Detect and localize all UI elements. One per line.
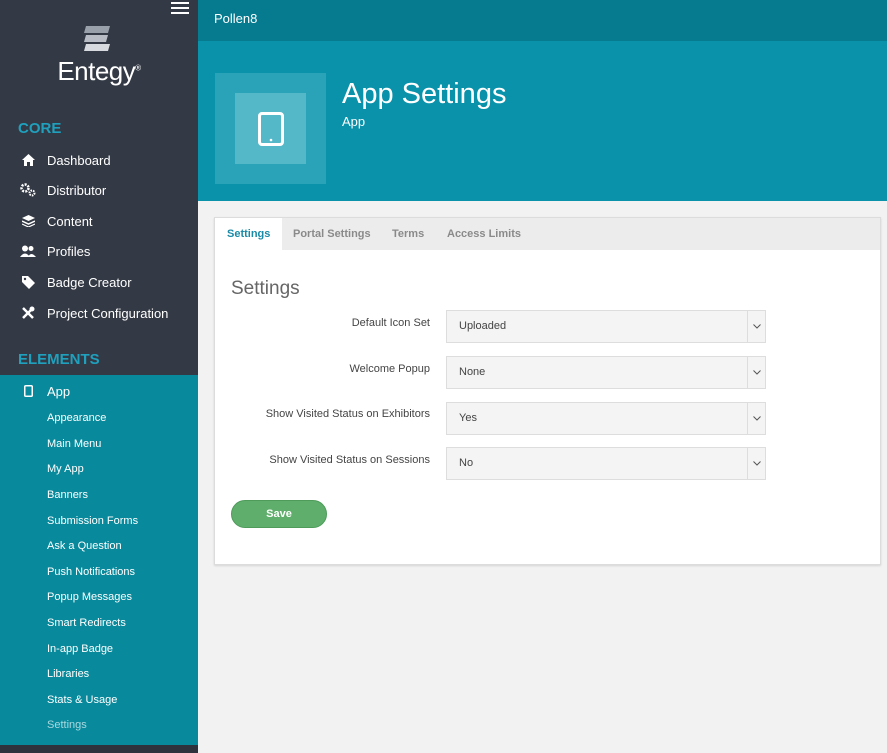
brand-name: Entegy <box>57 56 136 86</box>
sidebar-subitem-push-notifications[interactable]: Push Notifications <box>47 566 135 578</box>
users-icon <box>18 245 38 257</box>
menu-toggle-icon[interactable] <box>171 2 189 16</box>
visited-sessions-select[interactable]: No <box>446 447 766 480</box>
sidebar-item-badge-creator[interactable]: Badge Creator <box>0 267 198 297</box>
sidebar-item-content[interactable]: Content <box>0 206 198 236</box>
sidebar-subitem-appearance[interactable]: Appearance <box>47 412 106 424</box>
registered-mark: ® <box>135 63 141 73</box>
sidebar-subitem-stats-usage[interactable]: Stats & Usage <box>47 694 117 706</box>
project-title: Pollen8 <box>214 11 258 26</box>
select-value: None <box>459 366 486 378</box>
tab-settings[interactable]: Settings <box>215 218 283 250</box>
sidebar-subitem-my-app[interactable]: My App <box>47 463 84 475</box>
sidebar-subitem-ask-a-question[interactable]: Ask a Question <box>47 540 122 552</box>
sidebar-item-label: Badge Creator <box>47 274 132 290</box>
gears-icon <box>18 183 38 197</box>
field-label-default-icon-set: Default Icon Set <box>351 317 430 329</box>
sidebar-footer <box>0 745 198 753</box>
tools-icon <box>18 306 38 320</box>
sidebar-item-label: Distributor <box>47 182 107 198</box>
tab-access-limits[interactable]: Access Limits <box>435 218 533 250</box>
sidebar-subitem-in-app-badge[interactable]: In-app Badge <box>47 643 113 655</box>
entegy-logo-icon <box>84 26 110 51</box>
sidebar-item-label: Profiles <box>47 243 91 259</box>
page-subtitle: App <box>342 114 366 129</box>
header-icon-box <box>215 73 326 184</box>
select-value: Yes <box>459 412 477 424</box>
sidebar-subitem-popup-messages[interactable]: Popup Messages <box>47 591 132 603</box>
top-bar: Pollen8 <box>198 0 887 41</box>
select-value: Uploaded <box>459 320 507 332</box>
tab-terms[interactable]: Terms <box>380 218 436 250</box>
sidebar-subitem-libraries[interactable]: Libraries <box>47 668 89 680</box>
sidebar-item-profiles[interactable]: Profiles <box>0 236 198 266</box>
tablet-icon <box>18 385 38 397</box>
form-heading: Settings <box>231 278 300 299</box>
default-icon-set-select[interactable]: Uploaded <box>446 310 766 343</box>
select-value: No <box>459 457 474 469</box>
sidebar-item-project-configuration[interactable]: Project Configuration <box>0 298 198 328</box>
chevron-down-icon <box>747 311 765 342</box>
visited-exhibitors-select[interactable]: Yes <box>446 402 766 435</box>
tab-bar: Settings Portal Settings Terms Access Li… <box>215 218 880 250</box>
sidebar-item-distributor[interactable]: Distributor <box>0 175 198 205</box>
sidebar-subitem-submission-forms[interactable]: Submission Forms <box>47 515 138 527</box>
field-label-visited-exhibitors: Show Visited Status on Exhibitors <box>265 408 430 420</box>
tab-portal-settings[interactable]: Portal Settings <box>281 218 383 250</box>
field-label-welcome-popup: Welcome Popup <box>349 363 430 375</box>
sidebar-item-label: Project Configuration <box>47 305 169 321</box>
field-label-visited-sessions: Show Visited Status on Sessions <box>269 454 430 466</box>
sidebar: Entegy® CORE Dashboard Distributor Conte… <box>0 0 198 753</box>
chevron-down-icon <box>747 448 765 479</box>
sidebar-item-label: App <box>47 383 71 399</box>
tablet-icon <box>257 111 284 146</box>
sidebar-item-app[interactable]: App <box>0 376 198 406</box>
sidebar-subitem-banners[interactable]: Banners <box>47 489 88 501</box>
settings-panel: Settings Portal Settings Terms Access Li… <box>214 217 881 565</box>
page-header: App Settings App <box>198 41 887 201</box>
welcome-popup-select[interactable]: None <box>446 356 766 389</box>
sidebar-subitem-settings[interactable]: Settings <box>47 719 87 731</box>
chevron-down-icon <box>747 357 765 388</box>
save-button[interactable]: Save <box>231 500 327 528</box>
header-icon-inner <box>235 93 306 164</box>
brand-logo: Entegy® <box>0 56 198 87</box>
page-title: App Settings <box>342 78 507 110</box>
chevron-down-icon <box>747 403 765 434</box>
section-title-elements: ELEMENTS <box>18 351 100 368</box>
sidebar-subitem-main-menu[interactable]: Main Menu <box>47 438 101 450</box>
section-title-core: CORE <box>18 120 62 137</box>
app-section: App Appearance Main Menu My App Banners … <box>0 375 198 745</box>
sidebar-item-label: Content <box>47 213 93 229</box>
layers-icon <box>18 215 38 227</box>
tag-icon <box>18 275 38 289</box>
sidebar-item-label: Dashboard <box>47 152 111 168</box>
sidebar-item-dashboard[interactable]: Dashboard <box>0 145 198 175</box>
home-icon <box>18 154 38 166</box>
sidebar-subitem-smart-redirects[interactable]: Smart Redirects <box>47 617 126 629</box>
